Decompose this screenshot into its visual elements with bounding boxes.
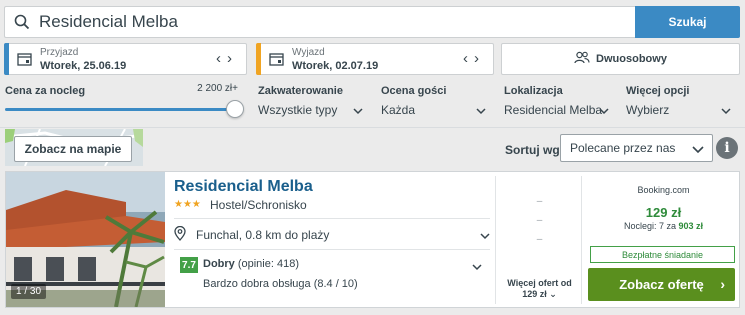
- chevron-down-icon: ⌄: [549, 289, 557, 299]
- hotel-location: Funchal, 0.8 km do plaży: [196, 228, 330, 242]
- checkin-prev-next-arrows[interactable]: ‹›: [216, 50, 238, 67]
- price-max-label: 2 200 zł+: [197, 83, 238, 94]
- accommodation-filter[interactable]: Zakwaterowanie Wszystkie typy: [258, 83, 363, 117]
- rating-summary[interactable]: Dobry (opinie: 418): [203, 258, 299, 270]
- hotel-photo[interactable]: 1 / 30: [6, 172, 165, 307]
- checkout-label: Wyjazd: [292, 47, 325, 58]
- hotel-type: Hostel/Schronisko: [210, 198, 307, 212]
- divider: [174, 249, 490, 250]
- offer-nights-prefix: Noclegi: 7 za: [623, 221, 676, 231]
- photo-counter: 1 / 30: [11, 284, 47, 299]
- price-slider-handle[interactable]: [226, 100, 244, 118]
- chevron-down-icon: [353, 104, 363, 118]
- checkout-date-picker[interactable]: Wyjazd Wtorek, 02.07.19 ‹›: [256, 43, 494, 75]
- offer-nights: Noclegi: 7 za 903 zł: [588, 221, 739, 231]
- price-slider-track[interactable]: [5, 108, 235, 111]
- more-options-filter-value: Wybierz: [626, 103, 670, 117]
- room-type-label: Dwuosobowy: [596, 53, 667, 65]
- accommodation-filter-value: Wszystkie typy: [258, 103, 338, 117]
- show-map-button[interactable]: Zobacz na mapie: [14, 136, 132, 162]
- more-offers-price-row: 129 zł ⌄: [496, 289, 583, 300]
- checkout-prev-next-arrows[interactable]: ‹›: [463, 50, 485, 67]
- users-icon: [574, 51, 590, 67]
- map-pin-icon: [174, 225, 186, 244]
- location-row[interactable]: Funchal, 0.8 km do plaży: [174, 223, 490, 247]
- more-offers-link[interactable]: Więcej ofert od 129 zł ⌄: [496, 278, 583, 300]
- offer-provider: Booking.com: [637, 185, 690, 195]
- offer-price: 129 zł: [645, 205, 682, 220]
- checkin-value: Wtorek, 25.06.19: [40, 60, 127, 72]
- guest-rating-filter-value: Każda: [381, 103, 416, 117]
- guest-rating-filter-title: Ocena gości: [381, 85, 447, 97]
- more-offers-text: Więcej ofert od: [507, 278, 572, 288]
- chevron-down-icon: [721, 104, 731, 118]
- deal-placeholder: –: [536, 215, 543, 226]
- calendar-icon: [17, 52, 32, 69]
- room-type-selector[interactable]: Dwuosobowy: [501, 43, 740, 75]
- more-options-filter-title: Więcej opcji: [626, 85, 690, 97]
- checkout-value: Wtorek, 02.07.19: [292, 60, 379, 72]
- chevron-down-icon: [480, 229, 490, 243]
- search-bar[interactable]: Residencial Melba: [4, 6, 636, 38]
- search-button[interactable]: Szukaj: [635, 6, 740, 38]
- checkin-date-picker[interactable]: Przyjazd Wtorek, 25.06.19 ‹›: [4, 43, 247, 75]
- location-filter[interactable]: Lokalizacja Residencial Melba: [504, 83, 609, 117]
- calendar-icon: [269, 52, 284, 69]
- sort-select-value: Polecane przez nas: [570, 141, 676, 155]
- checkout-stripe: [256, 43, 261, 75]
- more-options-filter[interactable]: Więcej opcji Wybierz: [626, 83, 731, 117]
- free-breakfast-badge: Bezpłatne śniadanie: [590, 246, 735, 263]
- view-deal-label: Zobacz ofertę: [619, 277, 704, 292]
- guest-rating-filter[interactable]: Ocena gości Każda: [381, 83, 486, 117]
- price-filter-title: Cena za nocleg: [5, 85, 86, 97]
- rating-word: Dobry: [203, 258, 235, 270]
- info-icon[interactable]: i: [716, 137, 738, 159]
- checkin-stripe: [4, 43, 9, 75]
- filters-divider: [0, 127, 745, 128]
- chevron-right-icon: ›: [720, 276, 725, 292]
- deal-placeholder: –: [536, 196, 543, 207]
- location-filter-value: Residencial Melba: [504, 103, 603, 117]
- rating-score-badge: 7.7: [180, 257, 198, 273]
- price-filter[interactable]: Cena za nocleg 2 200 zł+: [5, 83, 244, 118]
- accommodation-filter-title: Zakwaterowanie: [258, 85, 343, 97]
- more-offers-price: 129 zł: [522, 289, 547, 299]
- hotel-name[interactable]: Residencial Melba: [174, 178, 313, 196]
- chevron-down-icon: [599, 104, 609, 118]
- rating-detail: Bardzo dobra obsługa (8.4 / 10): [203, 278, 358, 290]
- chevron-down-icon: [476, 104, 486, 118]
- chevron-down-icon[interactable]: [472, 260, 482, 274]
- sort-label: Sortuj wg: [505, 143, 560, 157]
- best-offer-column: Booking.com 129 zł Noclegi: 7 za 903 zł …: [588, 172, 739, 307]
- chevron-down-icon: [692, 143, 704, 157]
- star-rating: ★★★: [174, 199, 201, 210]
- search-icon: [5, 14, 39, 30]
- location-filter-title: Lokalizacja: [504, 85, 563, 97]
- search-input[interactable]: Residencial Melba: [39, 12, 178, 32]
- hotel-result-card: 1 / 30 Residencial Melba ★★★ Hostel/Schr…: [5, 171, 740, 308]
- sort-select[interactable]: Polecane przez nas: [560, 134, 713, 162]
- offer-nights-total: 903 zł: [678, 221, 704, 231]
- divider: [174, 218, 490, 219]
- rating-count: (opinie: 418): [237, 258, 299, 270]
- checkin-label: Przyjazd: [40, 47, 79, 58]
- view-deal-button[interactable]: Zobacz ofertę ›: [588, 268, 735, 301]
- deal-placeholder: –: [536, 234, 543, 245]
- other-deals-column: – – – Więcej ofert od 129 zł ⌄: [495, 176, 582, 304]
